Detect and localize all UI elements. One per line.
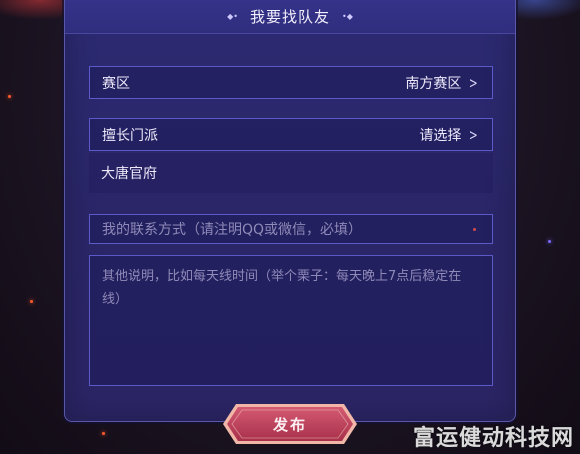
diamond-ornament-icon: ◆• [227, 12, 238, 21]
selected-sect-text: 大唐官府 [89, 153, 493, 193]
sect-value: 请选择 [419, 127, 462, 144]
ember-particle [102, 432, 105, 435]
diamond-ornament-icon: •◆ [342, 12, 353, 21]
chevron-right-icon: > [469, 125, 479, 144]
region-value: 南方赛区 [405, 75, 462, 92]
ember-particle [548, 240, 551, 243]
region-label: 赛区 [102, 75, 130, 92]
publish-button-label: 发布 [272, 415, 307, 434]
contact-input[interactable]: 我的联系方式（请注明QQ或微信，必填） [89, 214, 493, 244]
publish-button[interactable]: 发布 [222, 403, 358, 445]
ember-particle [8, 95, 11, 98]
contact-placeholder: 我的联系方式（请注明QQ或微信，必填） [102, 222, 363, 238]
notes-textarea[interactable]: 其他说明，比如每天线时间（举个栗子：每天晚上7点后稳定在线） [89, 255, 493, 386]
sect-label: 擅长门派 [102, 127, 158, 144]
sect-select[interactable]: 擅长门派 请选择 > [89, 118, 493, 151]
panel-header: ◆• 我要找队友 •◆ [65, 0, 515, 34]
required-dot-icon [473, 228, 476, 231]
watermark-text: 富运健动科技网 [412, 426, 574, 451]
notes-placeholder: 其他说明，比如每天线时间（举个栗子：每天晚上7点后稳定在线） [102, 269, 462, 307]
region-select[interactable]: 赛区 南方赛区 > [89, 66, 493, 99]
chevron-right-icon: > [469, 73, 479, 92]
page-title: 我要找队友 [249, 8, 330, 26]
ember-particle [30, 300, 33, 303]
find-teammate-panel: ◆• 我要找队友 •◆ 赛区 南方赛区 > 擅长门派 请选择 > 大唐官府 我的… [64, 0, 516, 422]
